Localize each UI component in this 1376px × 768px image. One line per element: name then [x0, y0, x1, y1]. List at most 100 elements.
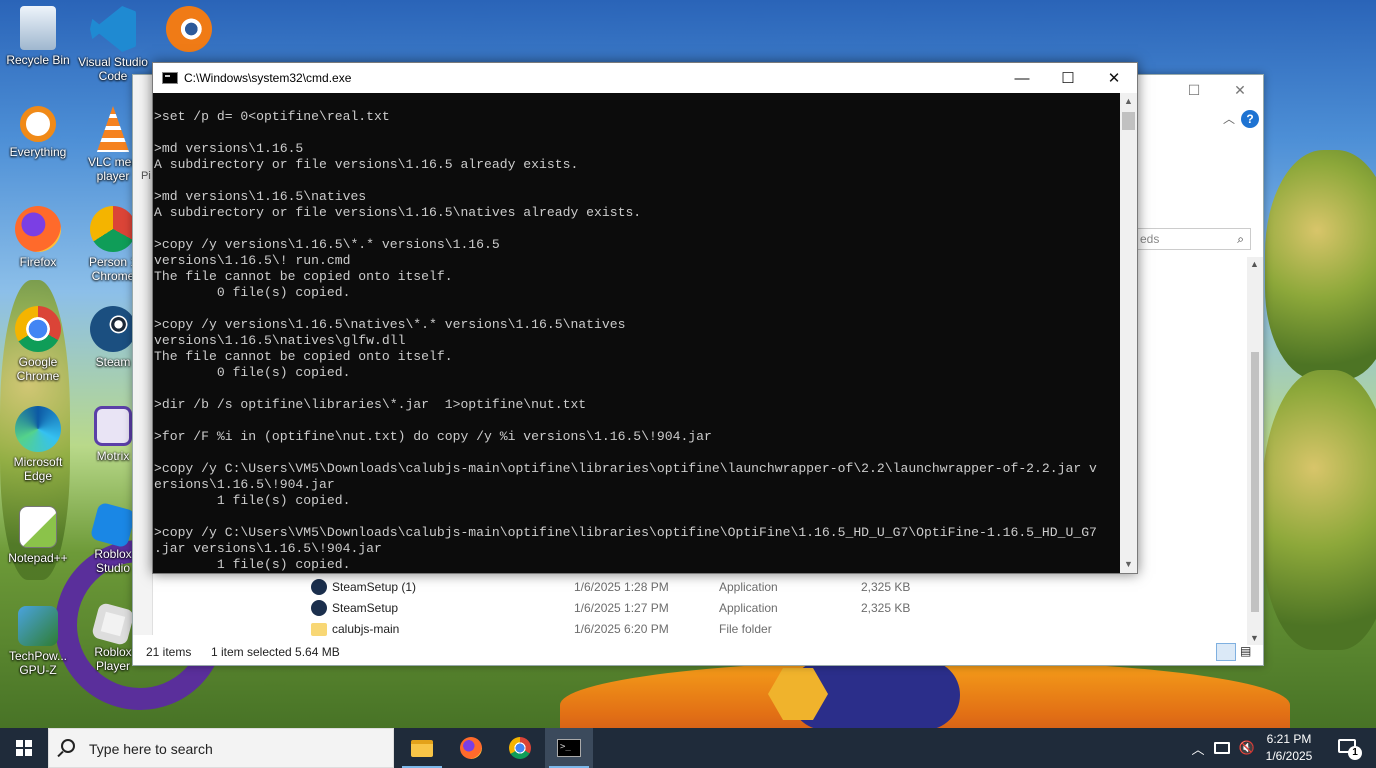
gpuz-icon — [18, 606, 58, 646]
vlc-icon — [96, 106, 130, 152]
console-line: versions\1.16.5\natives\glfw.dll — [154, 333, 406, 348]
search-icon — [61, 739, 75, 753]
explorer-status-bar: 21 items 1 item selected 5.64 MB ▤ — [133, 639, 1263, 665]
console-line: >md versions\1.16.5 — [154, 141, 304, 156]
explorer-close-button[interactable]: ✕ — [1217, 75, 1263, 105]
file-row[interactable]: SteamSetup 1/6/2025 1:27 PM Application … — [311, 598, 1111, 619]
console-line: >copy /y versions\1.16.5\*.* versions\1.… — [154, 237, 500, 252]
explorer-maximize-button[interactable]: ☐ — [1171, 75, 1217, 105]
console-line: A subdirectory or file versions\1.16.5\n… — [154, 205, 642, 220]
console-line: 0 file(s) copied. — [154, 365, 351, 380]
explorer-ribbon-edge: Pi — [133, 75, 153, 635]
file-row[interactable]: calubjs-main 1/6/2025 6:20 PM File folde… — [311, 619, 1111, 640]
desktop-icon-vscode[interactable]: Visual Studio Code — [74, 6, 152, 83]
console-line: >copy /y C:\Users\VM5\Downloads\calubjs-… — [154, 525, 1097, 540]
taskbar: Type here to search >_ ︿ 🔇 6:21 PM 1/6/2… — [0, 728, 1376, 768]
file-explorer-icon — [411, 739, 433, 757]
network-icon[interactable] — [1210, 728, 1234, 768]
chrome-icon — [15, 306, 61, 352]
taskbar-search-box[interactable]: Type here to search — [48, 728, 394, 768]
console-line: versions\1.16.5\! run.cmd — [154, 253, 351, 268]
search-icon: ⌕ — [1237, 232, 1244, 246]
ribbon-collapse-icon[interactable]: ︿ — [1223, 110, 1235, 127]
cmd-icon: >_ — [557, 739, 581, 757]
firefox-icon — [460, 737, 482, 759]
console-line: >copy /y C:\Users\VM5\Downloads\calubjs-… — [154, 461, 1097, 476]
console-line: A subdirectory or file versions\1.16.5 a… — [154, 157, 579, 172]
cmd-titlebar[interactable]: C:\Windows\system32\cmd.exe — ☐ ✕ — [153, 63, 1137, 93]
explorer-search-input[interactable]: eds ⌕ — [1133, 228, 1251, 250]
chrome-profile-icon — [90, 206, 136, 252]
explorer-scrollbar[interactable]: ▲ ▼ — [1247, 257, 1263, 645]
taskbar-cmd[interactable]: >_ — [545, 728, 593, 768]
roblox-studio-icon — [89, 501, 137, 549]
desktop-icon-chrome[interactable]: Google Chrome — [0, 306, 77, 383]
cmd-window[interactable]: C:\Windows\system32\cmd.exe — ☐ ✕ >set /… — [152, 62, 1138, 574]
cmd-icon — [162, 72, 178, 84]
motrix-icon — [94, 406, 132, 446]
console-output[interactable]: >set /p d= 0<optifine\real.txt >md versio… — [153, 93, 1121, 573]
console-line: .jar versions\1.16.5\!904.jar — [154, 541, 382, 556]
scroll-up-icon[interactable]: ▲ — [1250, 259, 1259, 269]
notepadpp-icon — [19, 506, 57, 548]
maximize-button[interactable]: ☐ — [1045, 63, 1091, 93]
large-icons-view-icon[interactable]: ▤ — [1239, 643, 1259, 661]
search-placeholder: Type here to search — [89, 741, 213, 757]
windows-logo-icon — [16, 740, 32, 756]
vscode-icon — [90, 6, 136, 52]
clock-time: 6:21 PM — [1266, 732, 1312, 746]
notification-center-button[interactable]: 1 — [1330, 728, 1376, 768]
cmd-scrollbar[interactable]: ▲ ▼ — [1120, 93, 1137, 573]
scroll-thumb[interactable] — [1251, 352, 1259, 612]
desktop-icon-notepadpp[interactable]: Notepad++ — [0, 506, 77, 565]
taskbar-firefox[interactable] — [447, 728, 495, 768]
console-line: >set /p d= 0<optifine\real.txt — [154, 109, 390, 124]
scroll-up-icon[interactable]: ▲ — [1120, 93, 1137, 110]
notification-badge: 1 — [1348, 746, 1362, 760]
clock-date: 1/6/2025 — [1265, 749, 1313, 763]
file-row[interactable]: SteamSetup (1) 1/6/2025 1:28 PM Applicat… — [311, 577, 1111, 598]
scroll-thumb[interactable] — [1122, 112, 1135, 130]
minimize-button[interactable]: — — [999, 63, 1045, 93]
console-line: ersions\1.16.5\!904.jar — [154, 477, 335, 492]
desktop-icon-everything[interactable]: Everything — [0, 106, 77, 159]
console-line: >dir /b /s optifine\libraries\*.jar 1>op… — [154, 397, 587, 412]
details-view-icon[interactable] — [1216, 643, 1236, 661]
start-button[interactable] — [0, 728, 48, 768]
folder-icon — [311, 623, 327, 636]
system-clock[interactable]: 6:21 PM 1/6/2025 — [1262, 731, 1316, 765]
volume-muted-icon[interactable]: 🔇 — [1236, 728, 1258, 768]
console-line: The file cannot be copied onto itself. — [154, 349, 453, 364]
everything-search-icon — [20, 106, 56, 142]
item-count: 21 items — [146, 645, 192, 659]
taskbar-file-explorer[interactable] — [398, 728, 446, 768]
desktop-icon-gpuz[interactable]: TechPow... GPU-Z — [0, 606, 77, 677]
console-line: 0 file(s) copied. — [154, 285, 351, 300]
firefox-icon — [15, 206, 61, 252]
selection-info: 1 item selected 5.64 MB — [211, 645, 340, 659]
desktop-icon-firefox[interactable]: Firefox — [0, 206, 77, 269]
show-hidden-icons-chevron[interactable]: ︿ — [1188, 728, 1208, 768]
roblox-player-icon — [90, 601, 136, 647]
chrome-icon — [509, 737, 531, 759]
console-line: >copy /y versions\1.16.5\natives\*.* ver… — [154, 317, 626, 332]
desktop-icon-edge[interactable]: Microsoft Edge — [0, 406, 77, 483]
scroll-down-icon[interactable]: ▼ — [1120, 556, 1137, 573]
help-icon[interactable]: ? — [1241, 110, 1259, 128]
taskbar-chrome[interactable] — [496, 728, 544, 768]
edge-icon — [15, 406, 61, 452]
close-button[interactable]: ✕ — [1091, 63, 1137, 93]
desktop-icon-blender[interactable] — [150, 6, 228, 55]
blender-icon — [166, 6, 212, 52]
console-line: >for /F %i in (optifine\nut.txt) do copy… — [154, 429, 712, 444]
desktop-icon-recycle-bin[interactable]: Recycle Bin — [0, 6, 77, 67]
window-title: C:\Windows\system32\cmd.exe — [184, 71, 352, 85]
